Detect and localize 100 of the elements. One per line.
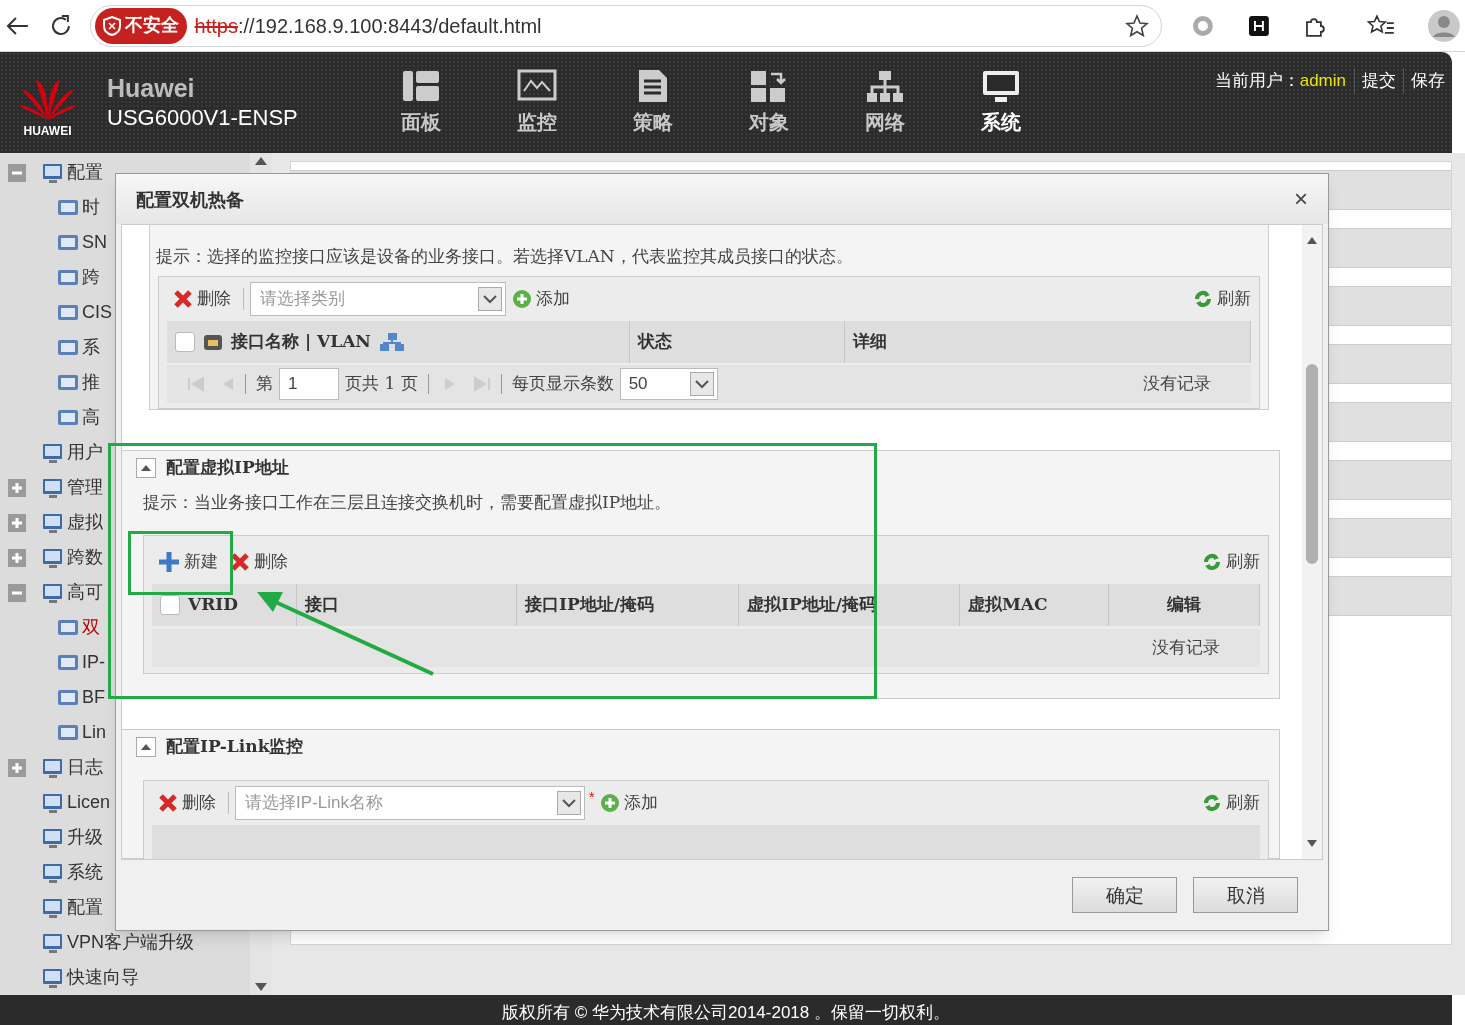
- collapse-icon[interactable]: [136, 458, 156, 478]
- copyright-text: 版权所有 © 华为技术有限公司2014-2018 。保留一切权利。: [502, 1001, 950, 1024]
- nav-tab[interactable]: 策略: [595, 57, 711, 148]
- tree-item[interactable]: 管理: [67, 474, 103, 501]
- add-button[interactable]: 添加: [600, 790, 659, 816]
- tree-item[interactable]: 高可: [67, 579, 103, 606]
- column-header: 详细: [853, 330, 887, 354]
- delete-icon: [158, 793, 178, 813]
- refresh-button[interactable]: 刷新: [1193, 286, 1251, 312]
- delete-icon: [230, 552, 250, 572]
- tree-item[interactable]: IP-: [82, 649, 105, 676]
- checkbox[interactable]: [175, 332, 195, 352]
- tree-item[interactable]: 系: [82, 334, 100, 361]
- checkbox[interactable]: [160, 595, 180, 615]
- column-header: 状态: [638, 330, 672, 354]
- tree-item[interactable]: 配置: [67, 894, 103, 921]
- tree-item[interactable]: 双: [82, 614, 100, 641]
- expand-icon[interactable]: [8, 513, 26, 532]
- dialog-button[interactable]: 确定: [1072, 877, 1177, 913]
- scroll-thumb[interactable]: [1306, 364, 1318, 564]
- page-size-dropdown[interactable]: 50: [619, 368, 718, 400]
- new-button[interactable]: 新建: [158, 549, 218, 575]
- up-arrow-icon: [255, 157, 267, 165]
- expand-icon[interactable]: [8, 478, 26, 497]
- tree-item[interactable]: BF: [82, 684, 105, 711]
- next-page-icon: [442, 376, 457, 392]
- tree-item[interactable]: 快速向导: [67, 964, 139, 991]
- column-header: 接口名称 | VLAN: [231, 330, 371, 354]
- empty-text: 没有记录: [1152, 636, 1220, 660]
- dialog-button[interactable]: 取消: [1193, 877, 1298, 913]
- tree-item[interactable]: Licen: [67, 789, 111, 816]
- tree-item[interactable]: 日志: [67, 754, 103, 781]
- scrollbar[interactable]: [1302, 225, 1322, 859]
- nav-tab[interactable]: 面板: [363, 57, 479, 148]
- collapse-icon[interactable]: [136, 737, 156, 757]
- header-link[interactable]: 提交: [1354, 68, 1403, 94]
- empty-text: 没有记录: [1143, 372, 1211, 396]
- column-header: 接口: [305, 593, 339, 617]
- user-label: 当前用户：: [1214, 70, 1300, 92]
- expand-icon[interactable]: [8, 758, 26, 777]
- url-text: ://192.168.9.100:8443/default.html: [237, 13, 542, 39]
- nav-tab[interactable]: 系统: [943, 57, 1059, 148]
- extension-h-icon[interactable]: [1247, 14, 1270, 37]
- close-button[interactable]: ×: [1294, 187, 1308, 211]
- delete-button[interactable]: 删除: [158, 790, 216, 816]
- tree-item[interactable]: VPN客户端升级: [67, 929, 194, 956]
- first-page-icon: [187, 376, 207, 392]
- refresh-icon: [1202, 552, 1222, 572]
- security-badge[interactable]: 不安全: [94, 7, 187, 44]
- tree-item[interactable]: 推: [82, 369, 100, 396]
- page-field[interactable]: 1: [279, 368, 339, 400]
- tree-item[interactable]: 跨: [82, 264, 100, 291]
- hint-text: 提示：当业务接口工作在三层且连接交换机时，需要配置虚拟IP地址。: [143, 491, 673, 515]
- tree-item[interactable]: 跨数: [67, 544, 103, 571]
- hint-text: 提示：选择的监控接口应该是设备的业务接口。若选择VLAN，代表监控其成员接口的状态。: [156, 245, 854, 268]
- section-title: 配置虚拟IP地址: [166, 456, 289, 480]
- nav-tab[interactable]: 对象: [711, 57, 827, 148]
- column-header: 接口IP地址/掩码: [525, 593, 654, 617]
- star-icon[interactable]: [1124, 13, 1149, 38]
- tree-item[interactable]: CIS: [82, 299, 112, 326]
- url-scheme: https: [194, 13, 238, 39]
- delete-icon: [173, 289, 193, 309]
- refresh-icon: [1202, 793, 1222, 813]
- header-link[interactable]: 保存: [1403, 68, 1452, 94]
- tree-item[interactable]: 用户: [67, 439, 103, 466]
- section-title: 配置IP-Link监控: [166, 735, 304, 759]
- tree-item[interactable]: SN: [82, 229, 107, 256]
- expand-icon[interactable]: [8, 548, 26, 567]
- interface-icon: [203, 332, 223, 352]
- tree-item[interactable]: 虚拟: [67, 509, 103, 536]
- down-arrow-icon: [1307, 840, 1317, 847]
- nav-tab[interactable]: 网络: [827, 57, 943, 148]
- delete-button[interactable]: 删除: [173, 286, 231, 312]
- down-arrow-icon: [255, 983, 267, 991]
- network-icon: [865, 68, 905, 103]
- column-header: 编辑: [1167, 593, 1201, 617]
- add-icon: [512, 289, 532, 309]
- tree-item[interactable]: Lin: [82, 719, 107, 746]
- tree-item[interactable]: 升级: [67, 824, 103, 851]
- nav-tab[interactable]: 监控: [479, 57, 595, 148]
- tree-item[interactable]: 高: [82, 404, 100, 431]
- tree-item[interactable]: 配置: [67, 159, 103, 186]
- avatar-icon[interactable]: [1427, 8, 1461, 43]
- monitor-icon: [981, 68, 1021, 103]
- chart-screen-icon: [517, 68, 557, 103]
- column-header: 虚拟MAC: [968, 593, 1048, 617]
- add-button[interactable]: 添加: [512, 286, 570, 312]
- prev-page-icon: [221, 376, 235, 392]
- refresh-button[interactable]: 刷新: [1202, 790, 1260, 816]
- shield-icon: [102, 15, 121, 36]
- device-model: USG6000V1-ENSP: [107, 104, 299, 132]
- refresh-button[interactable]: 刷新: [1202, 549, 1260, 575]
- pager-label: 页共 1 页: [345, 372, 418, 396]
- pager-label: 每页显示条数: [511, 372, 614, 396]
- pager-label: 第: [256, 372, 273, 396]
- column-header: VRID: [188, 593, 238, 617]
- delete-button[interactable]: 删除: [230, 549, 288, 575]
- tree-item[interactable]: 时: [82, 194, 100, 221]
- tree-item[interactable]: 系统: [67, 859, 103, 886]
- up-arrow-icon: [1307, 237, 1317, 244]
